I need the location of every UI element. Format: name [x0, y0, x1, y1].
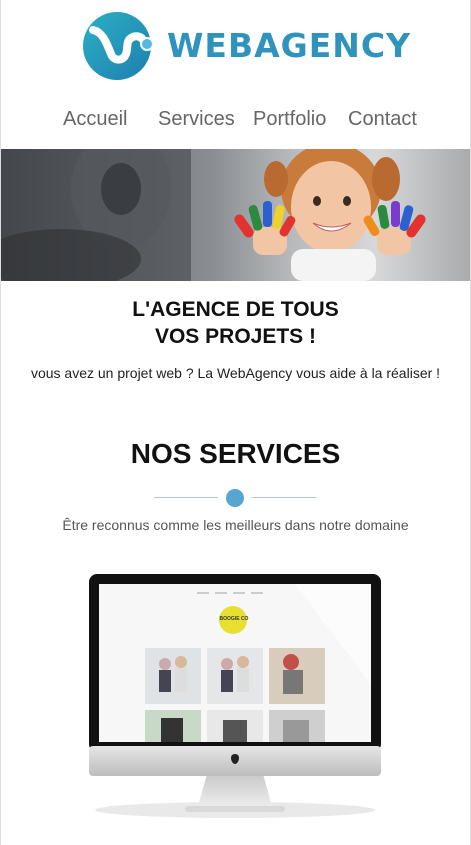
- divider-dot: [226, 489, 244, 507]
- tagline-line-1: L'AGENCE DE TOUS: [132, 298, 339, 321]
- section-divider: [154, 489, 316, 507]
- divider-line-right: [252, 497, 316, 498]
- page: WEBAGENCY Accueil Services Portfolio Con…: [0, 0, 471, 845]
- portfolio-imac-mockup: BOOGIE CO: [85, 574, 385, 824]
- hero-image: [1, 149, 470, 281]
- nav-item-accueil[interactable]: Accueil: [63, 108, 127, 131]
- nav-item-portfolio[interactable]: Portfolio: [253, 108, 326, 131]
- hero-photo-illustration: [1, 149, 426, 281]
- main-nav: Accueil Services Portfolio Contact: [1, 108, 470, 138]
- imac-illustration: [89, 574, 381, 818]
- tagline-line-2: VOS PROJETS !: [154, 325, 317, 348]
- hero-tagline: L'AGENCE DE TOUS VOS PROJETS !: [1, 296, 470, 350]
- intro-text: vous avez un projet web ? La WebAgency v…: [30, 365, 441, 381]
- divider-line-left: [154, 497, 218, 498]
- nav-item-contact[interactable]: Contact: [348, 108, 417, 131]
- nav-item-services[interactable]: Services: [158, 108, 235, 131]
- brand-name: WEBAGENCY: [167, 26, 411, 65]
- webagency-logo-icon: [83, 12, 153, 80]
- services-subtitle: Être reconnus comme les meilleurs dans n…: [62, 517, 409, 533]
- site-logo[interactable]: WEBAGENCY: [81, 8, 410, 82]
- screen-logo-text: BOOGIE CO: [219, 616, 249, 622]
- services-title: NOS SERVICES: [130, 438, 341, 469]
